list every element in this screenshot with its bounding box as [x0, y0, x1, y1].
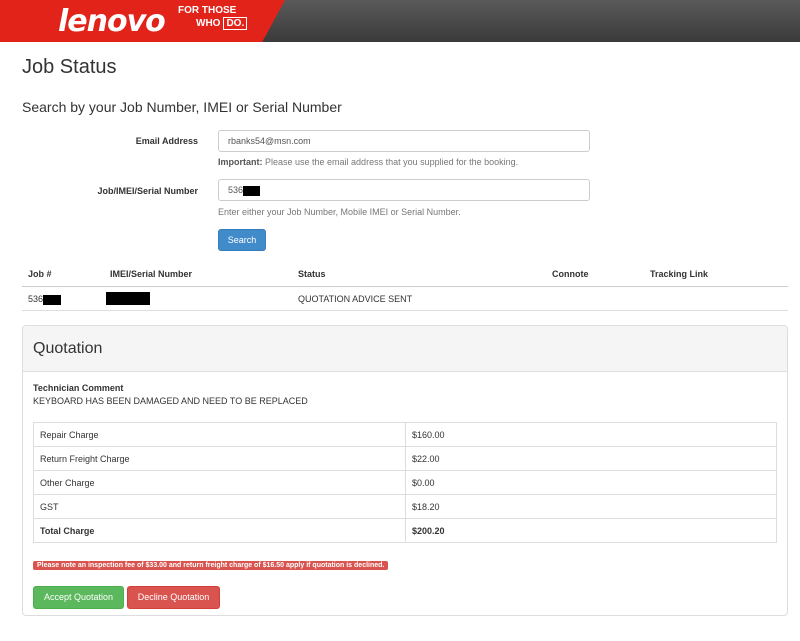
col-status: Status: [298, 269, 326, 279]
charge-value: $18.20: [405, 494, 777, 519]
job-help: Enter either your Job Number, Mobile IME…: [218, 207, 461, 217]
tagline-do-box: DO.: [223, 17, 248, 30]
charge-label: Repair Charge: [33, 422, 406, 447]
col-connote: Connote: [552, 269, 589, 279]
redacted-job-digits: [243, 185, 261, 196]
charge-value: $0.00: [405, 470, 777, 495]
total-row: Total Charge $200.20: [33, 518, 777, 543]
site-header: lenovo FOR THOSE WHO DO.: [0, 0, 800, 42]
col-job: Job #: [28, 269, 52, 279]
table-row: Other Charge $0.00: [33, 470, 777, 495]
header-bar: [260, 0, 800, 42]
quotation-panel: Quotation Technician Comment KEYBOARD HA…: [22, 325, 788, 616]
charge-label: GST: [33, 494, 406, 519]
table-row: GST $18.20: [33, 494, 777, 519]
email-help-strong: Important:: [218, 157, 263, 167]
tagline-who: WHO: [196, 18, 221, 29]
email-input[interactable]: rbanks54@msn.com: [218, 130, 590, 152]
quotation-table: Repair Charge $160.00 Return Freight Char…: [33, 422, 777, 543]
quotation-panel-heading: Quotation: [23, 326, 787, 372]
email-value: rbanks54@msn.com: [228, 136, 311, 146]
technician-comment: KEYBOARD HAS BEEN DAMAGED AND NEED TO BE…: [33, 396, 308, 406]
email-label: Email Address: [135, 136, 198, 146]
job-label: Job/IMEI/Serial Number: [97, 186, 198, 196]
result-job: 536: [28, 294, 62, 305]
result-status: QUOTATION ADVICE SENT: [298, 294, 413, 304]
charge-value: $160.00: [405, 422, 777, 447]
logo-text: lenovo: [58, 4, 166, 39]
col-tracking: Tracking Link: [650, 269, 709, 279]
job-value: 536: [228, 185, 244, 195]
result-imei: [106, 292, 150, 305]
email-help-text: Please use the email address that you su…: [262, 157, 519, 167]
total-label: Total Charge: [33, 518, 406, 543]
redacted-job-number: [43, 294, 62, 305]
job-input[interactable]: 536: [218, 179, 590, 201]
charge-label: Other Charge: [33, 470, 406, 495]
quotation-title: Quotation: [33, 340, 103, 357]
charge-label: Return Freight Charge: [33, 446, 406, 471]
col-imei: IMEI/Serial Number: [110, 269, 193, 279]
result-job-visible: 536: [28, 294, 44, 304]
search-button[interactable]: Search: [218, 229, 266, 251]
tagline-line-2: WHO DO.: [196, 17, 248, 30]
decline-fee-note: Please note an inspection fee of $33.00 …: [33, 561, 389, 570]
charge-value: $22.00: [405, 446, 777, 471]
redacted-imei: [106, 292, 150, 305]
total-value: $200.20: [405, 518, 777, 543]
table-header-rule: [22, 286, 788, 287]
page-subtitle: Search by your Job Number, IMEI or Seria…: [22, 99, 342, 115]
table-row-rule: [22, 310, 788, 311]
table-row: Repair Charge $160.00: [33, 422, 777, 447]
technician-comment-label: Technician Comment: [33, 383, 124, 393]
table-row: Return Freight Charge $22.00: [33, 446, 777, 471]
decline-quotation-button[interactable]: Decline Quotation: [127, 586, 220, 609]
tagline-line-1: FOR THOSE: [178, 5, 237, 16]
page-title: Job Status: [22, 56, 117, 78]
email-help: Important: Please use the email address …: [218, 157, 518, 167]
accept-quotation-button[interactable]: Accept Quotation: [33, 586, 124, 609]
